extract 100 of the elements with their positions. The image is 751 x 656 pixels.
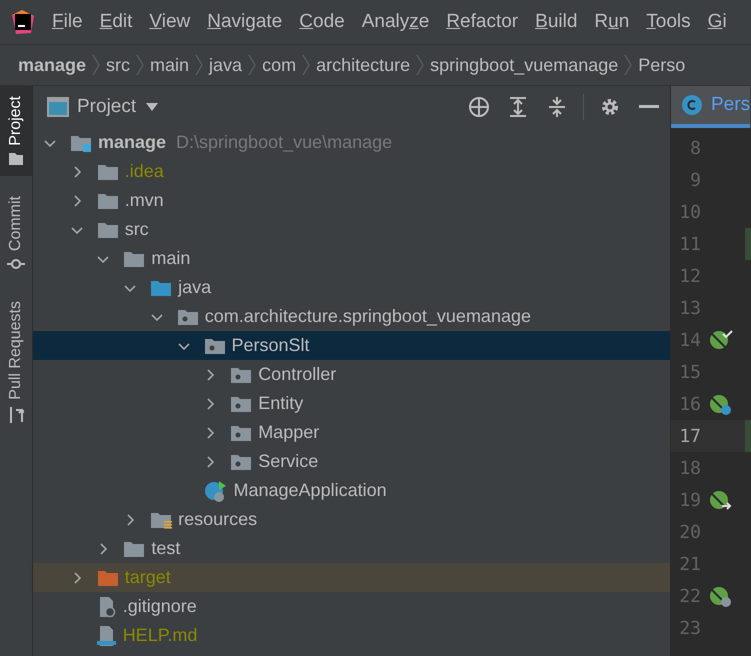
line-number: 14 (678, 328, 701, 352)
chevron-icon (301, 54, 312, 76)
tree-label: ManageApplication (234, 479, 387, 502)
tree-label: Mapper (258, 421, 320, 444)
tree-row[interactable]: Entity (33, 389, 670, 418)
chevron-icon (247, 54, 258, 76)
tree-label: PersonSlt (232, 334, 310, 357)
breadcrumb-item[interactable]: architecture (316, 52, 410, 78)
crosshair-icon (468, 96, 490, 118)
editor-tab[interactable]: Pers (671, 86, 750, 128)
settings-icon (599, 96, 621, 118)
line-number: 22 (678, 584, 701, 608)
tree-row[interactable]: ManageApplication (33, 476, 670, 505)
menu-item[interactable]: File (52, 8, 83, 36)
window-icon (47, 97, 69, 117)
side-tab[interactable]: Project (0, 86, 32, 176)
bean-marker-icon[interactable] (709, 328, 733, 352)
app-logo-icon (10, 9, 36, 35)
line-number: 12 (678, 264, 701, 288)
collapse-all-icon (547, 96, 567, 118)
expand-all-icon (508, 96, 528, 118)
tree-label: java (178, 276, 212, 299)
line-number: 9 (689, 168, 701, 192)
tree-label: com.architecture.springboot_vuemanage (204, 305, 531, 328)
line-number: 19 (678, 488, 701, 512)
tree-label: manage (98, 131, 166, 154)
tree-row[interactable]: HELP.md (33, 621, 670, 650)
line-number: 15 (678, 360, 701, 384)
caret-icon (146, 103, 158, 111)
line-number: 17 (678, 424, 701, 448)
tree-row[interactable]: PersonSlt (33, 331, 670, 360)
pull-request-icon (8, 406, 24, 424)
tree-label: .gitignore (122, 595, 197, 618)
tree-label: main (151, 247, 190, 270)
tree-row[interactable]: Service (33, 447, 670, 476)
line-number: 16 (678, 392, 701, 416)
markdown-file-icon (96, 624, 117, 646)
line-number: 13 (678, 296, 701, 320)
side-tab[interactable]: Commit (0, 186, 32, 281)
minimize-icon (639, 105, 659, 109)
tree-label: Service (258, 450, 318, 473)
tree-row[interactable]: Mapper (33, 418, 670, 447)
line-number: 10 (678, 200, 701, 224)
chevron-icon (415, 54, 426, 76)
menu-item[interactable]: Navigate (207, 8, 282, 36)
tree-row[interactable]: java (33, 273, 670, 302)
class-icon (681, 94, 703, 116)
tree-label: .idea (124, 160, 164, 183)
menu-item[interactable]: Gi (708, 8, 727, 36)
bean-marker-icon[interactable] (709, 392, 733, 416)
tree-label: Entity (258, 392, 304, 415)
tree-row[interactable]: Controller (33, 360, 670, 389)
commit-icon (7, 256, 25, 271)
menu-item[interactable]: Build (535, 8, 578, 36)
line-number: 20 (678, 520, 701, 544)
tree-label: test (151, 537, 180, 560)
tree-label: .mvn (124, 189, 164, 212)
tree-row[interactable]: .gitignore (33, 592, 670, 621)
menu-item[interactable]: View (149, 8, 190, 36)
line-number: 8 (689, 136, 701, 160)
menu-item[interactable]: Analyze (362, 8, 430, 36)
chevron-icon (194, 54, 204, 76)
breadcrumb-item[interactable]: com (262, 52, 296, 78)
tree-row[interactable]: resources (33, 505, 670, 534)
tree-row[interactable]: src (33, 215, 670, 244)
tree-row[interactable]: main (33, 244, 670, 273)
tree-row[interactable]: .mvn (33, 186, 670, 215)
chevron-icon (135, 54, 146, 76)
breadcrumb-item[interactable]: src (106, 52, 130, 78)
breadcrumb-item[interactable]: springboot_vuemanage (430, 52, 618, 78)
module-path: D:\springboot_vue\manage (176, 131, 392, 154)
menu-item[interactable]: Tools (646, 8, 691, 36)
tree-row[interactable]: test (33, 534, 670, 563)
menu-item[interactable]: Edit (100, 8, 132, 36)
line-number: 11 (678, 232, 701, 256)
menu-item[interactable]: Refactor (446, 8, 518, 36)
tree-label: src (124, 218, 149, 241)
menu-item[interactable]: Run (594, 8, 630, 36)
breadcrumb-item[interactable]: java (209, 52, 242, 78)
breadcrumb-item[interactable]: manage (18, 52, 86, 78)
locate-button[interactable] (466, 94, 492, 120)
tree-label: Controller (258, 363, 336, 386)
chevron-icon (623, 54, 634, 76)
line-number: 23 (678, 616, 701, 640)
breadcrumb-item[interactable]: main (150, 52, 190, 78)
menu-item[interactable]: Code (299, 8, 345, 36)
project-view-dropdown[interactable]: Project (77, 92, 158, 122)
breadcrumb-item[interactable]: Perso (638, 52, 686, 78)
tree-row[interactable]: manage D:\springboot_vue\manage (33, 128, 670, 157)
tree-label: HELP.md (122, 624, 198, 647)
tree-row[interactable]: com.architecture.springboot_vuemanage (33, 302, 670, 331)
chevron-icon (91, 54, 102, 76)
line-number: 21 (678, 552, 701, 576)
bean-marker-icon[interactable] (709, 488, 733, 512)
tree-row[interactable]: .idea (33, 157, 670, 186)
folder-icon (8, 152, 24, 166)
bean-marker-icon[interactable] (709, 584, 733, 608)
spring-class-icon (204, 478, 228, 502)
tree-label: resources (178, 508, 258, 531)
side-tab[interactable]: Pull Requests (0, 290, 32, 434)
